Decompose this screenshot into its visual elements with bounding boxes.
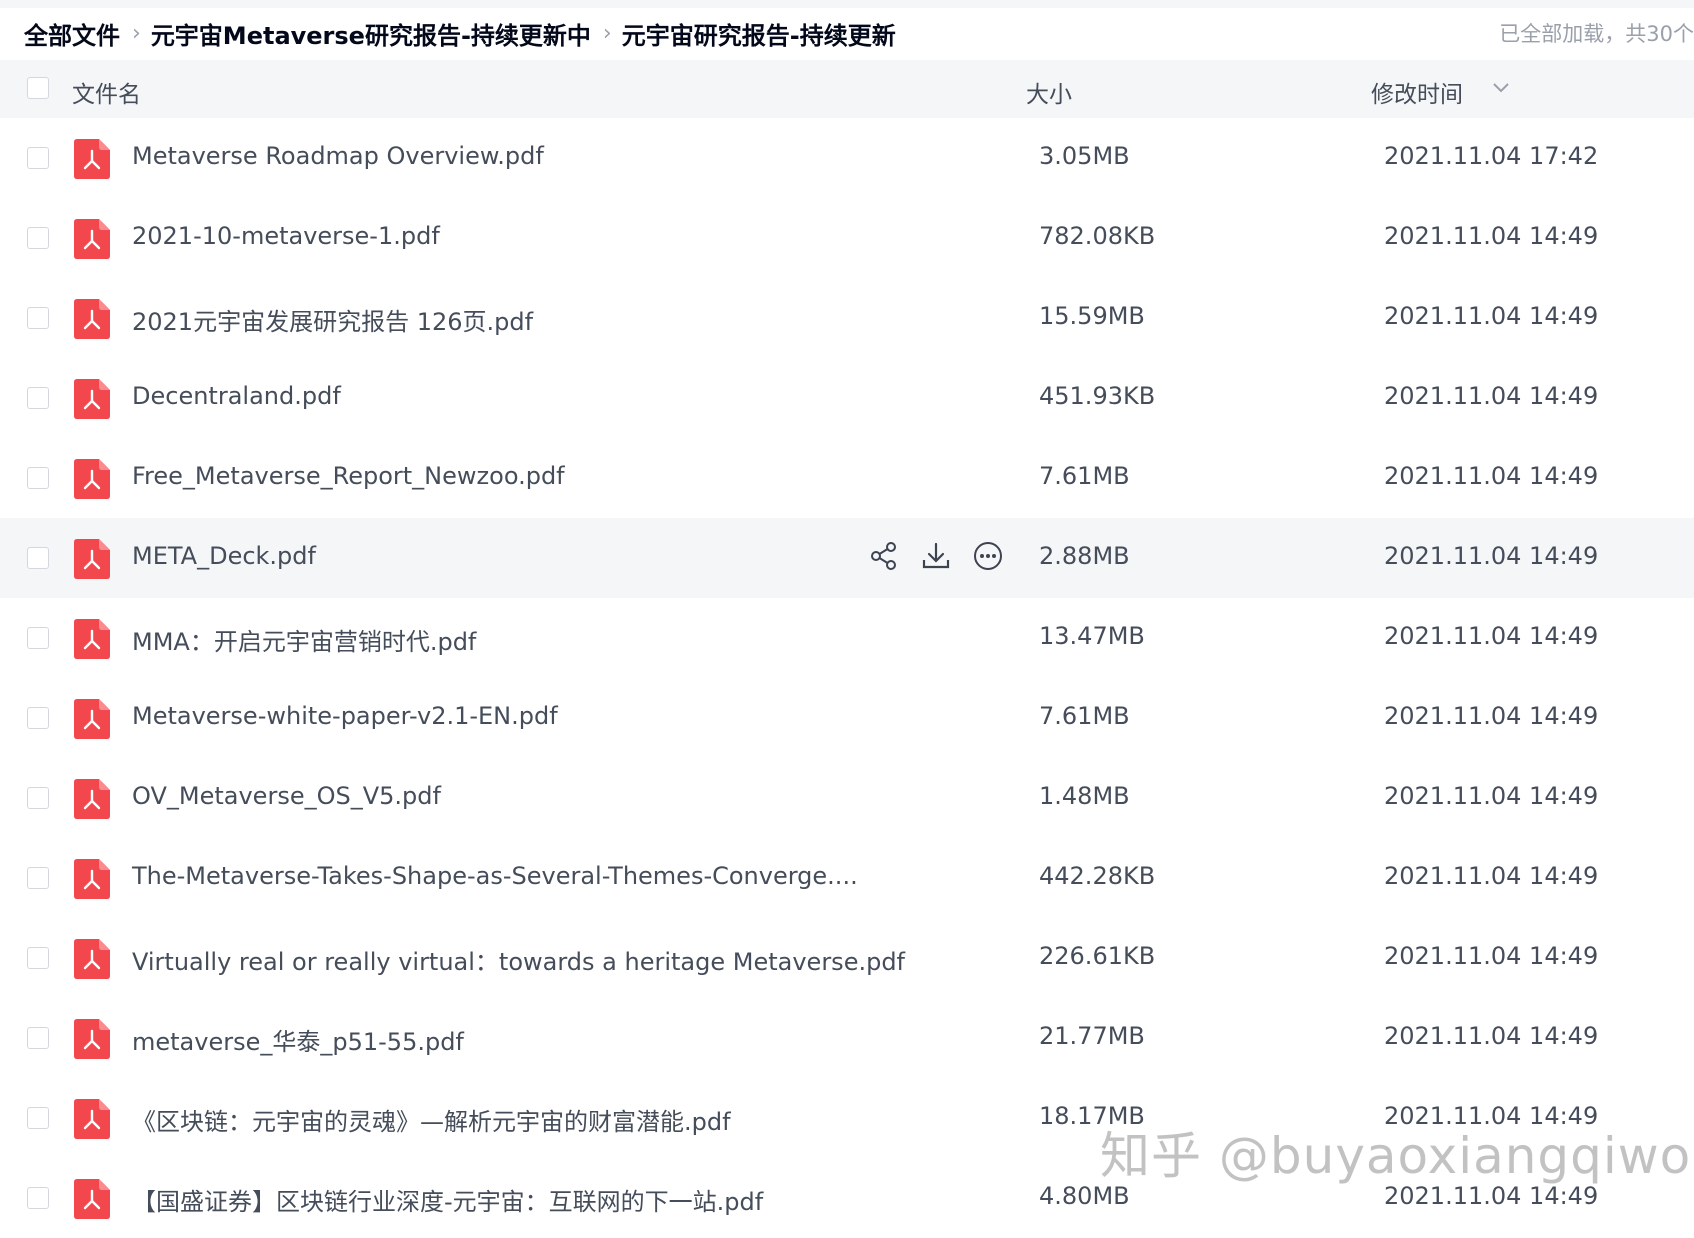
file-name[interactable]: 【国盛证券】区块链行业深度-元宇宙：互联网的下一站.pdf [132,1182,763,1217]
file-modified-time: 2021.11.04 14:49 [1384,702,1599,730]
column-header-name[interactable]: 文件名 [72,75,141,109]
breadcrumb: 全部文件 › 元宇宙Metaverse研究报告-持续更新中 › 元宇宙研究报告-… [24,8,1694,58]
file-row[interactable]: Virtually real or really virtual：towards… [0,918,1694,998]
file-row[interactable]: metaverse_华泰_p51-55.pdf 21.77MB 2021.11.… [0,998,1694,1078]
column-header-size[interactable]: 大小 [1026,75,1072,109]
pdf-file-icon [74,219,110,259]
file-checkbox[interactable] [27,467,49,489]
file-modified-time: 2021.11.04 14:49 [1384,222,1599,250]
file-size: 1.48MB [1039,782,1130,810]
breadcrumb-separator-icon: › [132,20,141,46]
file-name[interactable]: OV_Metaverse_OS_V5.pdf [132,782,441,810]
pdf-file-icon [74,619,110,659]
more-icon[interactable] [970,538,1006,574]
pdf-file-icon [74,459,110,499]
file-name[interactable]: Metaverse Roadmap Overview.pdf [132,142,544,170]
file-modified-time: 2021.11.04 14:49 [1384,942,1599,970]
download-icon[interactable] [918,538,954,574]
file-checkbox[interactable] [27,787,49,809]
column-header-time[interactable]: 修改时间 [1371,75,1463,109]
file-name[interactable]: Metaverse-white-paper-v2.1-EN.pdf [132,702,558,730]
file-modified-time: 2021.11.04 14:49 [1384,382,1599,410]
file-name[interactable]: 2021元宇宙发展研究报告 126页.pdf [132,302,533,337]
file-size: 451.93KB [1039,382,1156,410]
file-size: 7.61MB [1039,462,1130,490]
file-size: 2.88MB [1039,542,1130,570]
file-row[interactable]: Free_Metaverse_Report_Newzoo.pdf 7.61MB … [0,438,1694,518]
select-all-checkbox[interactable] [27,77,49,99]
file-modified-time: 2021.11.04 14:49 [1384,302,1599,330]
file-row[interactable]: 2021-10-metaverse-1.pdf 782.08KB 2021.11… [0,198,1694,278]
file-modified-time: 2021.11.04 17:42 [1384,142,1599,170]
file-size: 13.47MB [1039,622,1145,650]
file-modified-time: 2021.11.04 14:49 [1384,1022,1599,1050]
file-checkbox[interactable] [27,707,49,729]
pdf-file-icon [74,539,110,579]
file-checkbox[interactable] [27,1187,49,1209]
file-checkbox[interactable] [27,387,49,409]
file-name[interactable]: 2021-10-metaverse-1.pdf [132,222,440,250]
pdf-file-icon [74,699,110,739]
pdf-file-icon [74,859,110,899]
load-status: 已全部加载，共30个 [1499,22,1694,46]
file-row[interactable]: The-Metaverse-Takes-Shape-as-Several-The… [0,838,1694,918]
file-checkbox[interactable] [27,147,49,169]
pdf-file-icon [74,779,110,819]
pdf-file-icon [74,299,110,339]
file-size: 442.28KB [1039,862,1156,890]
file-list: Metaverse Roadmap Overview.pdf 3.05MB 20… [0,118,1694,1238]
breadcrumb-all-files[interactable]: 全部文件 [24,16,120,51]
file-row[interactable]: OV_Metaverse_OS_V5.pdf 1.48MB 2021.11.04… [0,758,1694,838]
top-strip [0,0,1694,8]
file-name[interactable]: 《区块链：元宇宙的灵魂》—解析元宇宙的财富潜能.pdf [132,1102,731,1137]
file-checkbox[interactable] [27,227,49,249]
file-size: 3.05MB [1039,142,1130,170]
file-checkbox[interactable] [27,547,49,569]
pdf-file-icon [74,1019,110,1059]
file-checkbox[interactable] [27,1027,49,1049]
file-checkbox[interactable] [27,867,49,889]
breadcrumb-current-folder: 元宇宙研究报告-持续更新 [621,21,896,50]
pdf-file-icon [74,1179,110,1219]
file-name[interactable]: MMA：开启元宇宙营销时代.pdf [132,622,476,657]
file-size: 7.61MB [1039,702,1130,730]
file-name[interactable]: Free_Metaverse_Report_Newzoo.pdf [132,462,565,490]
file-name[interactable]: Decentraland.pdf [132,382,341,410]
file-name[interactable]: metaverse_华泰_p51-55.pdf [132,1022,464,1057]
watermark: 知乎 @buyaoxiangqiwo [1100,1127,1692,1185]
file-checkbox[interactable] [27,947,49,969]
pdf-file-icon [74,139,110,179]
file-size: 15.59MB [1039,302,1145,330]
file-checkbox[interactable] [27,307,49,329]
pdf-file-icon [74,1099,110,1139]
file-size: 782.08KB [1039,222,1156,250]
breadcrumb-parent-folder[interactable]: 元宇宙Metaverse研究报告-持续更新中 [151,16,591,51]
file-name[interactable]: Virtually real or really virtual：towards… [132,942,905,977]
file-row[interactable]: Decentraland.pdf 451.93KB 2021.11.04 14:… [0,358,1694,438]
share-icon[interactable] [866,538,902,574]
file-modified-time: 2021.11.04 14:49 [1384,622,1599,650]
file-row[interactable]: Metaverse Roadmap Overview.pdf 3.05MB 20… [0,118,1694,198]
file-row[interactable]: META_Deck.pdf 2.88MB 2021.11.04 14:49 [0,518,1694,598]
pdf-file-icon [74,939,110,979]
file-modified-time: 2021.11.04 14:49 [1384,462,1599,490]
file-checkbox[interactable] [27,1107,49,1129]
pdf-file-icon [74,379,110,419]
file-size: 226.61KB [1039,942,1156,970]
file-checkbox[interactable] [27,627,49,649]
file-name[interactable]: META_Deck.pdf [132,542,316,570]
file-modified-time: 2021.11.04 14:49 [1384,782,1599,810]
file-row[interactable]: 2021元宇宙发展研究报告 126页.pdf 15.59MB 2021.11.0… [0,278,1694,358]
file-row[interactable]: MMA：开启元宇宙营销时代.pdf 13.47MB 2021.11.04 14:… [0,598,1694,678]
file-modified-time: 2021.11.04 14:49 [1384,862,1599,890]
file-size: 21.77MB [1039,1022,1145,1050]
file-row[interactable]: Metaverse-white-paper-v2.1-EN.pdf 7.61MB… [0,678,1694,758]
breadcrumb-separator-icon: › [602,20,612,46]
chevron-down-icon[interactable] [1490,76,1512,102]
row-actions [866,538,1006,574]
file-name[interactable]: The-Metaverse-Takes-Shape-as-Several-The… [132,862,858,890]
file-list-header: 文件名 大小 修改时间 [0,60,1694,118]
file-modified-time: 2021.11.04 14:49 [1384,542,1599,570]
